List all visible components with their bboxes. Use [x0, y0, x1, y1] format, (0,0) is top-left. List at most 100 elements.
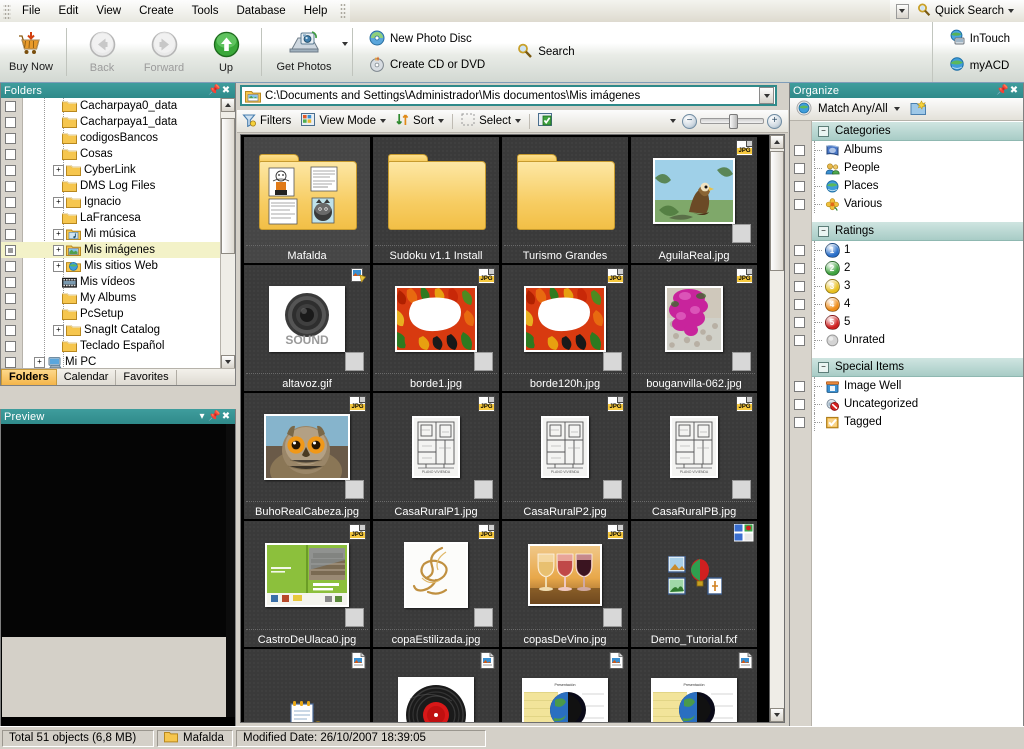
organize-item[interactable]: Image Well [790, 377, 1023, 395]
organize-item[interactable]: Unrated [790, 331, 1023, 349]
menu-create[interactable]: Create [130, 3, 183, 19]
expand-plus-icon[interactable]: + [53, 228, 64, 240]
myacd-button[interactable]: myACD [945, 54, 1014, 77]
thumbnail-item[interactable]: Presentación [631, 649, 757, 722]
folder-checkbox[interactable] [5, 324, 16, 336]
menu-view[interactable]: View [87, 3, 130, 19]
expand-plus-icon[interactable]: + [53, 196, 64, 208]
organize-item[interactable]: 11 [790, 241, 1023, 259]
thumbnail-item[interactable]: PLANO VIVIENDA JPG CasaRuralP2.jpg [502, 393, 628, 519]
menu-overflow-grip[interactable] [340, 3, 347, 19]
scroll-down-button[interactable] [221, 355, 235, 369]
zoom-slider-thumb[interactable] [729, 114, 738, 129]
folder-tree-item[interactable]: codigosBancos [1, 130, 221, 146]
scroll-up-button[interactable] [221, 98, 235, 112]
grid-scroll-thumb[interactable] [770, 151, 784, 271]
thumbn-overlay-box[interactable] [474, 480, 493, 499]
content-toolbar-overflow-icon[interactable] [670, 119, 676, 123]
folders-tab-calendar[interactable]: Calendar [57, 370, 117, 385]
thumbnail-item[interactable]: Sudoku v1.1 Install [373, 137, 499, 263]
thumbnail-item[interactable]: Demo_Tutorial.fxf [631, 521, 757, 647]
get-photos-dropdown[interactable] [342, 22, 348, 82]
folder-tree-scrollbar[interactable] [220, 98, 235, 369]
pin-icon[interactable]: 📌 [208, 85, 220, 96]
organize-item-checkbox[interactable] [794, 262, 805, 274]
organize-item[interactable]: 44 [790, 295, 1023, 313]
folder-checkbox[interactable] [5, 180, 16, 192]
folder-tree-item[interactable]: + SnagIt Catalog [1, 322, 221, 338]
zoom-out-button[interactable]: − [682, 113, 697, 129]
organize-item-checkbox[interactable] [794, 398, 805, 410]
folder-tree-item[interactable]: + Mi PC [1, 354, 221, 369]
folder-checkbox[interactable] [5, 164, 16, 176]
chevron-down-icon[interactable] [893, 107, 900, 111]
organize-item[interactable]: Uncategorized [790, 395, 1023, 413]
collapse-minus-icon[interactable]: − [818, 125, 829, 137]
expand-plus-icon[interactable]: + [34, 356, 45, 368]
thumbnail-item[interactable]: JPG copasDeVino.jpg [502, 521, 628, 647]
chevron-down-icon[interactable] [515, 119, 522, 123]
folder-tree-item[interactable]: My Albums [1, 290, 221, 306]
folder-tree-item[interactable]: DMS Log Files [1, 178, 221, 194]
organize-item[interactable]: Various [790, 195, 1023, 213]
quick-search-dropdown-left-button[interactable] [895, 3, 909, 19]
folder-tree-item[interactable]: + Mi música [1, 226, 221, 242]
close-icon[interactable]: ✖ [1008, 85, 1020, 96]
tag-button[interactable] [533, 111, 558, 132]
thumbnail-item[interactable] [373, 649, 499, 722]
thumbnail-item[interactable]: Presentación [502, 649, 628, 722]
thumbnail-item[interactable]: SOUND altavoz.gif [244, 265, 370, 391]
folder-checkbox[interactable] [5, 260, 16, 272]
folder-tree-item[interactable]: Cacharpaya1_data [1, 114, 221, 130]
folder-tree-item[interactable]: + CyberLink [1, 162, 221, 178]
folders-tab-folders[interactable]: Folders [1, 369, 57, 385]
thumbn-overlay-box[interactable] [345, 352, 364, 371]
expand-plus-icon[interactable]: + [53, 164, 64, 176]
thumbn-overlay-box[interactable] [732, 480, 751, 499]
organize-section-header[interactable]: − Categories [812, 121, 1023, 141]
grid-scroll-down-button[interactable] [770, 708, 784, 722]
thumbnail-item[interactable]: JPG borde1.jpg [373, 265, 499, 391]
thumbn-overlay-box[interactable] [474, 608, 493, 627]
organize-item-checkbox[interactable] [794, 162, 805, 174]
organize-item[interactable]: 55 [790, 313, 1023, 331]
folder-checkbox[interactable] [5, 148, 16, 160]
select-button[interactable]: Select [456, 111, 526, 131]
folder-tree-item[interactable]: LaFrancesa [1, 210, 221, 226]
organize-item-checkbox[interactable] [794, 144, 805, 156]
thumbnail-grid[interactable]: Mafalda Sudoku v1.1 Install Turismo Grande… [240, 134, 785, 723]
folder-tree-item[interactable]: Mis vídeos [1, 274, 221, 290]
folder-checkbox[interactable] [5, 292, 16, 304]
organize-item-checkbox[interactable] [794, 334, 805, 346]
organize-item-checkbox[interactable] [794, 298, 805, 310]
thumbnail-item[interactable]: JPG copaEstilizada.jpg [373, 521, 499, 647]
grid-scrollbar[interactable] [769, 135, 784, 722]
thumbn-overlay-box[interactable] [345, 480, 364, 499]
preview-scrollbar[interactable] [226, 424, 235, 717]
expand-plus-icon[interactable]: + [53, 324, 64, 336]
new-photo-disc-button[interactable]: New Photo Disc [365, 28, 489, 51]
thumbn-overlay-box[interactable] [474, 352, 493, 371]
filters-button[interactable]: Filters [237, 111, 296, 132]
organize-item[interactable]: People [790, 159, 1023, 177]
folder-tree-item[interactable]: Cacharpaya0_data [1, 98, 221, 114]
sort-button[interactable]: Sort [391, 111, 449, 131]
thumbn-overlay-box[interactable] [603, 352, 622, 371]
thumbnail-item[interactable]: Mafalda [244, 137, 370, 263]
organize-item[interactable]: 33 [790, 277, 1023, 295]
folder-checkbox[interactable] [5, 244, 16, 256]
menu-file[interactable]: File [13, 3, 50, 19]
organize-item[interactable]: Tagged [790, 413, 1023, 431]
organize-item-checkbox[interactable] [794, 280, 805, 292]
expand-plus-icon[interactable]: + [53, 244, 64, 256]
pin-icon[interactable]: 📌 [996, 85, 1008, 96]
back-button[interactable]: Back [71, 22, 133, 82]
thumbnail-item[interactable]: JPG BuhoRealCabeza.jpg [244, 393, 370, 519]
thumbnail-item[interactable] [244, 649, 370, 722]
thumbn-overlay-box[interactable] [732, 352, 751, 371]
up-button[interactable]: Up [195, 22, 257, 82]
organize-item-checkbox[interactable] [794, 244, 805, 256]
search-button[interactable]: Search [513, 41, 578, 64]
organize-item-checkbox[interactable] [794, 316, 805, 328]
thumbnail-item[interactable]: JPG CastroDeUlaca0.jpg [244, 521, 370, 647]
